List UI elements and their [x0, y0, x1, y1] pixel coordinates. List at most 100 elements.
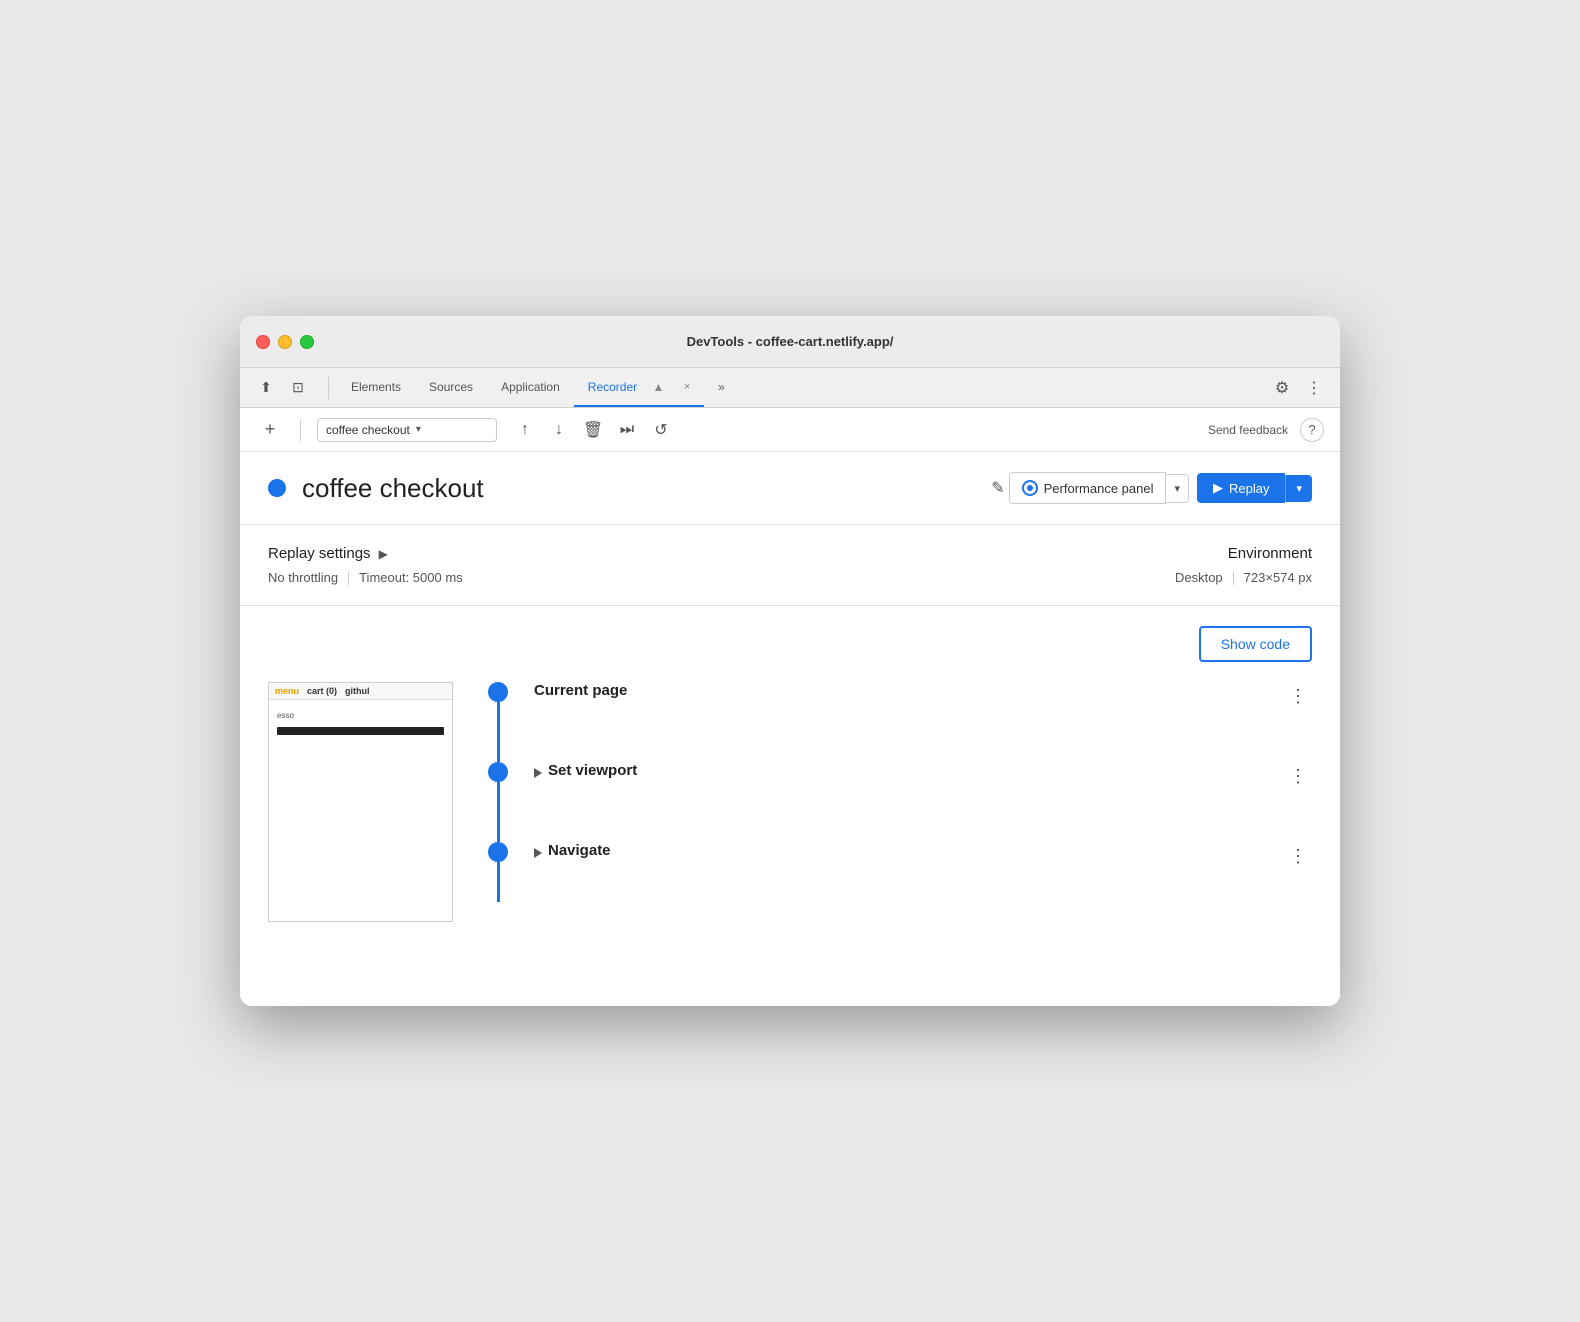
step-expand-2[interactable]: Set viewport: [534, 762, 637, 783]
window-title: DevTools - coffee-cart.netlify.app/: [687, 334, 894, 349]
more-vert-icon: ⋮: [1289, 846, 1307, 867]
more-vert-icon: ⋮: [1289, 766, 1307, 787]
step-item-1: Current page: [478, 682, 627, 762]
delete-button[interactable]: 🗑: [577, 414, 609, 446]
tab-sources[interactable]: Sources: [415, 368, 487, 407]
recording-title: coffee checkout: [302, 473, 975, 504]
tab-divider: [328, 377, 329, 399]
play-step-button[interactable]: ⏭: [611, 414, 643, 446]
step-content-3: Navigate: [518, 842, 611, 903]
recorder-tab-close[interactable]: ×: [684, 381, 690, 393]
step-dot-1: [488, 682, 508, 702]
no-throttling-label: No throttling: [268, 570, 338, 585]
step-item-wrapper-1: Current page ⋮: [478, 682, 1312, 762]
step-content-1: Current page: [518, 682, 627, 743]
close-button[interactable]: [256, 335, 270, 349]
settings-divider: [348, 571, 349, 585]
timeline-container: menu cart (0) githul esso: [268, 682, 1312, 922]
tab-elements[interactable]: Elements: [337, 368, 415, 407]
perf-panel-dropdown-button[interactable]: ▾: [1166, 474, 1189, 503]
gear-icon: ⚙: [1275, 378, 1289, 398]
cursor-icon-btn[interactable]: ⬆: [252, 374, 280, 402]
replay-group: ▶ Replay ▾: [1197, 473, 1312, 503]
tab-application[interactable]: Application: [487, 368, 574, 407]
maximize-button[interactable]: [300, 335, 314, 349]
export-button[interactable]: ↑: [509, 414, 541, 446]
step-more-button-3[interactable]: ⋮: [1284, 842, 1312, 870]
replay-button[interactable]: ▶ Replay: [1197, 473, 1285, 503]
step-left-1: [478, 682, 518, 762]
add-recording-button[interactable]: +: [256, 416, 284, 444]
preview-nav: menu cart (0) githul: [269, 683, 452, 700]
timeout-label: Timeout: 5000 ms: [359, 570, 463, 585]
step-line-3: [497, 862, 500, 902]
performance-panel-button[interactable]: Performance panel: [1009, 472, 1167, 504]
download-icon: ↓: [555, 421, 563, 439]
step-item-3: Navigate: [478, 842, 611, 903]
send-feedback-button[interactable]: Send feedback: [1208, 423, 1288, 437]
show-code-button[interactable]: Show code: [1199, 626, 1312, 662]
env-details: Desktop 723×574 px: [1175, 570, 1312, 585]
step-line-1: [497, 702, 500, 762]
step-title-navigate: Navigate: [548, 842, 611, 859]
settings-details: No throttling Timeout: 5000 ms: [268, 570, 1175, 585]
preview-nav-cart: cart (0): [307, 686, 337, 696]
recording-selector-name: coffee checkout: [326, 423, 410, 437]
settings-right: Environment Desktop 723×574 px: [1175, 545, 1312, 585]
help-button[interactable]: ?: [1300, 418, 1324, 442]
step-left-2: [478, 762, 518, 842]
devtools-window: DevTools - coffee-cart.netlify.app/ ⬆ ⊡ …: [240, 316, 1340, 1006]
preview-nav-menu: menu: [275, 686, 299, 696]
loop-button[interactable]: ↺: [645, 414, 677, 446]
step-more-button-1[interactable]: ⋮: [1284, 682, 1312, 710]
chevron-down-icon: ▾: [1296, 483, 1302, 495]
step-title-set-viewport: Set viewport: [548, 762, 637, 779]
settings-icon-btn[interactable]: ⚙: [1268, 374, 1296, 402]
recording-selector[interactable]: coffee checkout ▾: [317, 418, 497, 442]
replay-settings-label: Replay settings: [268, 545, 371, 562]
import-button[interactable]: ↓: [543, 414, 575, 446]
more-options-icon-btn[interactable]: ⋮: [1300, 374, 1328, 402]
copy-icon: ⊡: [292, 379, 304, 396]
title-bar: DevTools - coffee-cart.netlify.app/: [240, 316, 1340, 368]
steps-section: Show code menu cart (0) githul esso: [240, 606, 1340, 1006]
preview-bar-1: [277, 727, 444, 735]
step-expand-3[interactable]: Navigate: [534, 842, 611, 863]
env-desktop-label: Desktop: [1175, 570, 1223, 585]
step-dot-3: [488, 842, 508, 862]
environment-label: Environment: [1175, 545, 1312, 562]
step-line-2: [497, 782, 500, 842]
settings-left: Replay settings ▶ No throttling Timeout:…: [268, 545, 1175, 585]
cursor-icon: ⬆: [260, 379, 272, 396]
settings-section: Replay settings ▶ No throttling Timeout:…: [240, 525, 1340, 606]
settings-expand-arrow[interactable]: ▶: [379, 547, 388, 561]
expand-arrow-icon: [534, 768, 542, 778]
more-vert-icon: ⋮: [1306, 378, 1322, 398]
main-content: coffee checkout ✎ Performance panel ▾: [240, 452, 1340, 1006]
toolbar-divider: [300, 419, 301, 441]
preview-nav-github: githul: [345, 686, 370, 696]
replay-dropdown-button[interactable]: ▾: [1285, 475, 1312, 502]
minimize-button[interactable]: [278, 335, 292, 349]
env-size-label: 723×574 px: [1244, 570, 1312, 585]
step-dot-2: [488, 762, 508, 782]
tab-overflow[interactable]: »: [704, 368, 739, 407]
more-vert-icon: ⋮: [1289, 686, 1307, 707]
recording-header: coffee checkout ✎ Performance panel ▾: [240, 452, 1340, 525]
step-more-button-2[interactable]: ⋮: [1284, 762, 1312, 790]
tab-icon-group: ⬆ ⊡: [252, 374, 312, 402]
play-icon: ▶: [1213, 480, 1223, 496]
toolbar-right: Send feedback ?: [1208, 418, 1324, 442]
tabs-list: Elements Sources Application Recorder ▲ …: [337, 368, 1268, 407]
step-title-current-page: Current page: [534, 682, 627, 699]
edit-title-button[interactable]: ✎: [987, 474, 1008, 502]
preview-content: esso: [269, 700, 452, 787]
traffic-lights: [256, 335, 314, 349]
copy-icon-btn[interactable]: ⊡: [284, 374, 312, 402]
recorder-toolbar: + coffee checkout ▾ ↑ ↓ 🗑 ⏭ ↺ Send f: [240, 408, 1340, 452]
upload-icon: ↑: [521, 421, 529, 439]
steps-toolbar: Show code: [268, 626, 1312, 662]
step-item-2: Set viewport: [478, 762, 637, 842]
tab-recorder[interactable]: Recorder ▲ ×: [574, 368, 704, 407]
perf-panel-group: Performance panel ▾: [1009, 472, 1189, 504]
